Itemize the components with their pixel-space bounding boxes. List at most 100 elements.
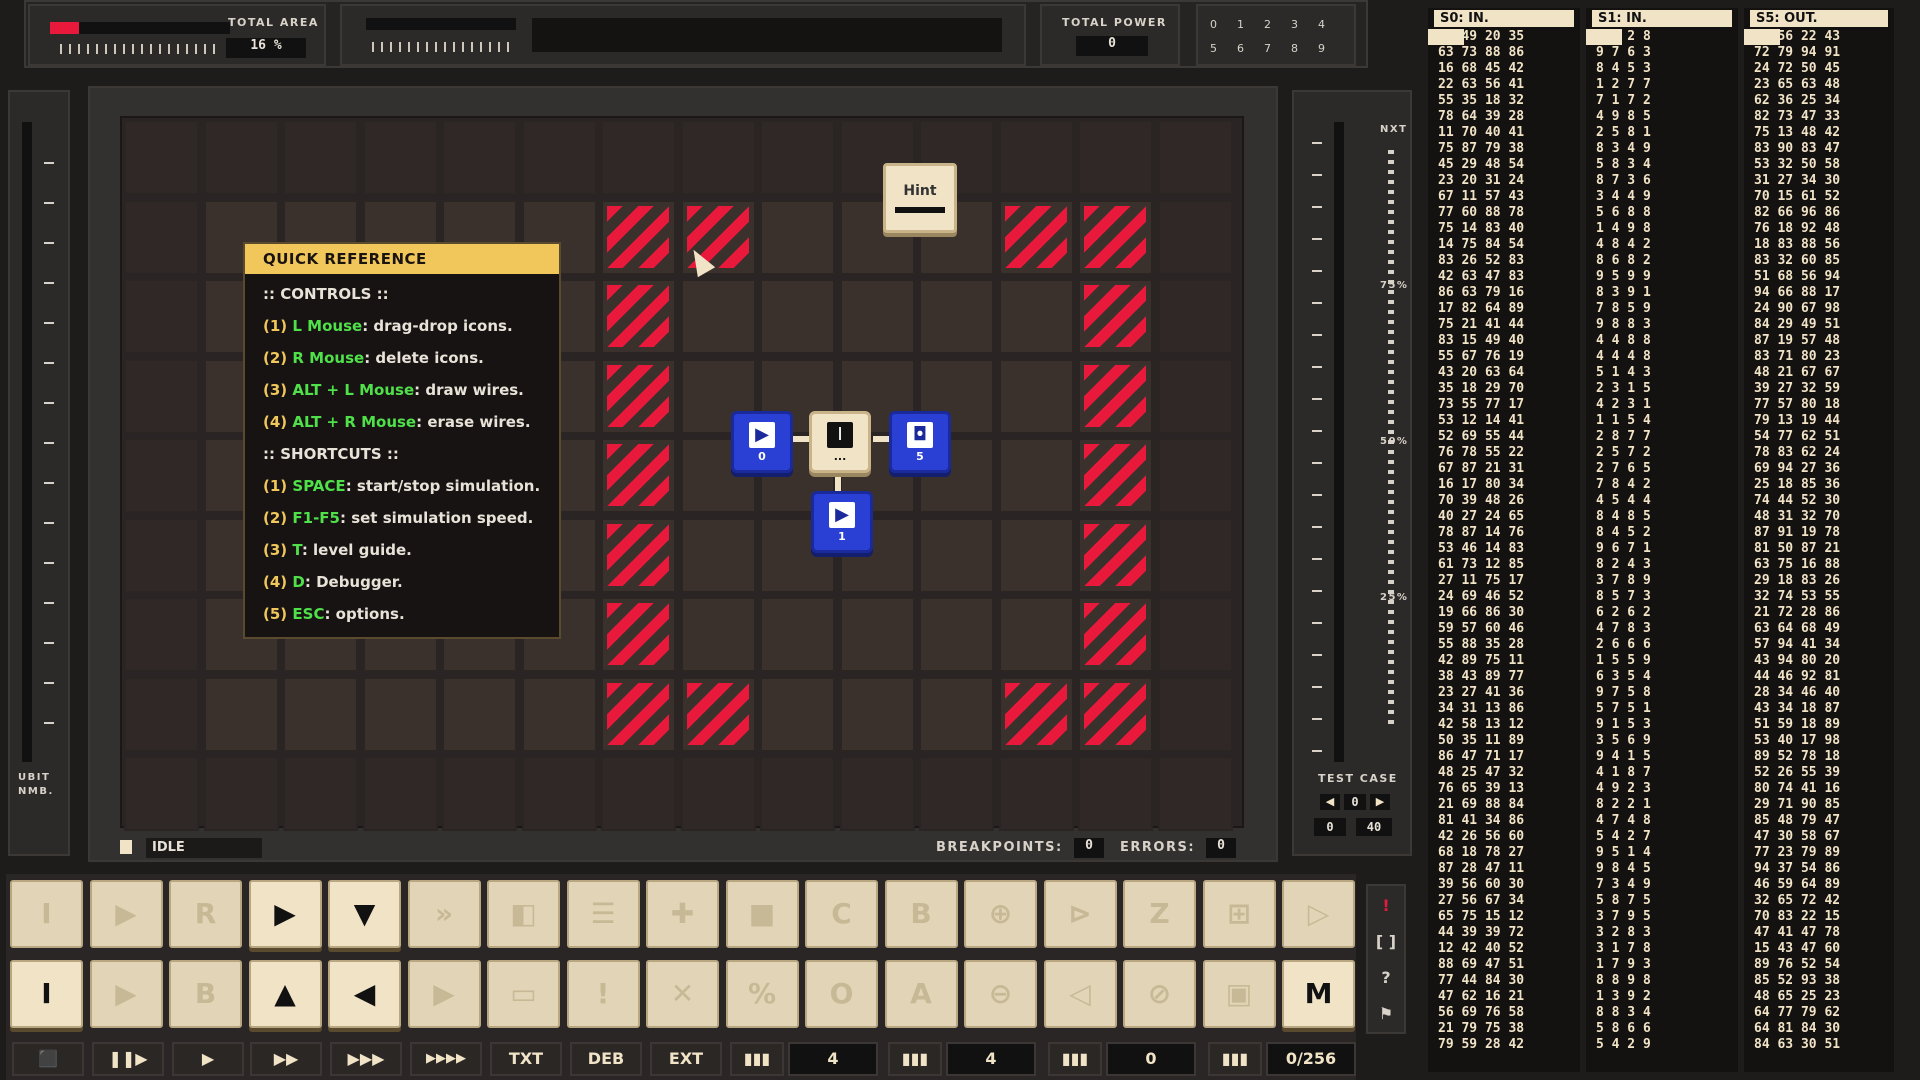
hint-block[interactable]: Hint [883, 163, 957, 233]
palette-component-button[interactable]: I [10, 880, 83, 948]
control-button[interactable]: ▶ [172, 1042, 244, 1076]
board-cell[interactable] [760, 676, 835, 752]
board-cell[interactable] [919, 279, 994, 354]
control-button[interactable]: DEB [570, 1042, 642, 1076]
board-cell[interactable] [760, 199, 835, 275]
side-tool-button[interactable]: ? [1372, 964, 1400, 992]
board-cell[interactable] [998, 756, 1074, 831]
board-cell[interactable] [1157, 358, 1233, 434]
board-cell[interactable] [601, 120, 676, 195]
palette-component-button[interactable]: ▼ [328, 880, 401, 948]
board-cell[interactable] [1078, 120, 1153, 195]
board-cell[interactable] [919, 517, 994, 593]
board-cell[interactable] [203, 676, 279, 752]
board-cell[interactable] [839, 597, 915, 672]
board-cell[interactable] [521, 120, 597, 195]
board-cell[interactable] [203, 120, 279, 195]
palette-component-button[interactable]: ! [566, 960, 640, 1028]
palette-component-button[interactable]: ⊳ [1043, 880, 1117, 948]
board-cell[interactable] [283, 756, 358, 831]
palette-component-button[interactable]: ▶ [89, 880, 163, 948]
board-cell[interactable] [1078, 756, 1153, 831]
board-cell[interactable] [998, 120, 1074, 195]
palette-component-button[interactable]: B [884, 880, 958, 948]
board-cell[interactable] [1157, 199, 1233, 275]
board-cell[interactable] [680, 756, 756, 831]
board-cell[interactable] [521, 676, 597, 752]
palette-component-button[interactable]: ⊞ [1202, 880, 1276, 948]
palette-component-button[interactable]: ✚ [646, 880, 719, 948]
palette-component-button[interactable]: » [407, 880, 481, 948]
side-tool-button[interactable]: ! [1372, 892, 1400, 920]
board-cell[interactable] [521, 756, 597, 831]
board-cell[interactable] [998, 438, 1074, 513]
control-button[interactable]: ▶▶ [250, 1042, 322, 1076]
board-cell[interactable] [362, 676, 438, 752]
board-cell[interactable] [680, 597, 756, 672]
palette-component-button[interactable]: A [884, 960, 958, 1028]
palette-component-button[interactable]: ■ [725, 880, 799, 948]
control-button[interactable]: EXT [650, 1042, 722, 1076]
palette-component-button[interactable]: B [169, 960, 242, 1028]
control-button[interactable]: ⬛ [12, 1042, 84, 1076]
side-tool-button[interactable]: [ ] [1372, 928, 1400, 956]
board-cell[interactable] [601, 756, 676, 831]
board-cell[interactable] [1157, 597, 1233, 672]
board-cell[interactable] [203, 756, 279, 831]
palette-component-button[interactable]: ▶ [248, 880, 322, 948]
board-cell[interactable] [283, 676, 358, 752]
board-cell[interactable] [362, 756, 438, 831]
control-button[interactable]: TXT [490, 1042, 562, 1076]
palette-component-button[interactable]: ◁ [1043, 960, 1117, 1028]
palette-component-button[interactable]: C [805, 880, 878, 948]
board-cell[interactable] [760, 756, 835, 831]
board-cell[interactable] [760, 597, 835, 672]
palette-component-button[interactable]: ▣ [1202, 960, 1276, 1028]
palette-component-button[interactable]: ☰ [566, 880, 640, 948]
board-cell[interactable] [919, 756, 994, 831]
palette-component-button[interactable]: ⊖ [964, 960, 1037, 1028]
board-cell[interactable] [680, 279, 756, 354]
input-block-0[interactable]: ▶ 0 [731, 411, 793, 473]
test-case-prev-button[interactable]: ◀ [1320, 794, 1340, 810]
palette-component-button[interactable]: M [1282, 960, 1355, 1028]
palette-component-button[interactable]: ⊕ [964, 880, 1037, 948]
board-cell[interactable] [124, 438, 199, 513]
board-cell[interactable] [124, 517, 199, 593]
board-cell[interactable] [839, 756, 915, 831]
board-cell[interactable] [442, 120, 517, 195]
output-block-5[interactable]: ◘ 5 [889, 411, 951, 473]
input-block-1[interactable]: ▶ 1 [811, 491, 873, 553]
board-cell[interactable] [124, 120, 199, 195]
palette-component-button[interactable]: O [805, 960, 878, 1028]
board-cell[interactable] [1157, 756, 1233, 831]
test-case-next-button[interactable]: ▶ [1370, 794, 1390, 810]
board-cell[interactable] [919, 676, 994, 752]
board-cell[interactable] [124, 597, 199, 672]
board-cell[interactable] [124, 279, 199, 354]
palette-component-button[interactable]: ▶ [407, 960, 481, 1028]
board-cell[interactable] [919, 597, 994, 672]
palette-component-button[interactable]: R [169, 880, 242, 948]
board-cell[interactable] [1157, 120, 1233, 195]
board-cell[interactable] [1157, 676, 1233, 752]
board-cell[interactable] [760, 279, 835, 354]
palette-component-button[interactable]: ⊘ [1123, 960, 1196, 1028]
io-block[interactable]: I ... [809, 411, 871, 473]
board-cell[interactable] [680, 120, 756, 195]
control-button[interactable]: ▶▶▶▶ [410, 1042, 482, 1076]
palette-component-button[interactable]: ▲ [248, 960, 322, 1028]
palette-component-button[interactable]: Z [1123, 880, 1196, 948]
control-button[interactable]: ▶▶▶ [330, 1042, 402, 1076]
palette-component-button[interactable]: ✕ [646, 960, 719, 1028]
board-cell[interactable] [1157, 517, 1233, 593]
board-cell[interactable] [283, 120, 358, 195]
board-cell[interactable] [760, 120, 835, 195]
board-cell[interactable] [124, 676, 199, 752]
board-cell[interactable] [442, 676, 517, 752]
side-tool-button[interactable]: ⚑ [1372, 1000, 1400, 1028]
board-cell[interactable] [124, 358, 199, 434]
board-cell[interactable] [442, 756, 517, 831]
palette-component-button[interactable]: I [10, 960, 83, 1028]
board-cell[interactable] [362, 120, 438, 195]
